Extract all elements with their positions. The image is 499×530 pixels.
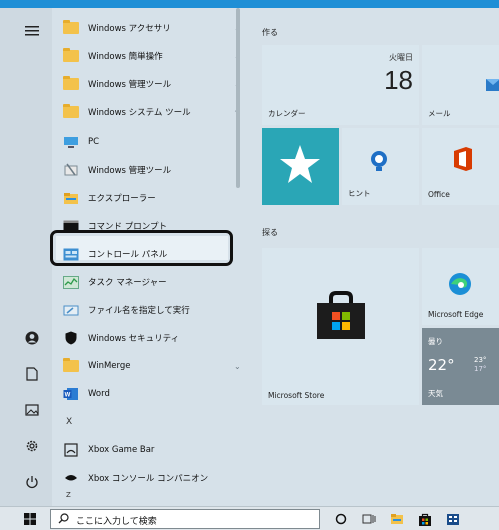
app-label: エクスプローラー <box>88 194 156 204</box>
tile-microsoft-store[interactable]: Microsoft Store <box>262 248 419 405</box>
mail-envelope-icon <box>486 79 499 94</box>
app-task-manager[interactable]: タスク マネージャー <box>52 269 252 295</box>
power-icon[interactable] <box>24 474 40 490</box>
group-letter-x[interactable]: X <box>52 409 252 435</box>
shield-icon <box>62 331 79 345</box>
tile-microsoft-edge[interactable]: Microsoft Edge <box>422 248 499 325</box>
app-folder-windows-admin-tools[interactable]: Windows 管理ツール ⌄ <box>52 71 252 97</box>
settings-gear-icon[interactable] <box>24 438 40 454</box>
store-taskbar-icon[interactable] <box>417 511 433 527</box>
task-view-icon[interactable] <box>361 511 377 527</box>
start-left-rail <box>0 8 52 506</box>
app-xbox-game-bar[interactable]: Xbox Game Bar <box>52 437 252 463</box>
folder-icon <box>62 76 79 91</box>
app-label: Windows システム ツール <box>88 108 191 118</box>
app-windows-admin-tools[interactable]: Windows 管理ツール <box>52 157 252 183</box>
app-windows-security[interactable]: Windows セキュリティ <box>52 325 252 351</box>
section-title-explore: 探る <box>262 228 278 237</box>
calculator-taskbar-icon[interactable] <box>445 511 461 527</box>
folder-icon <box>62 104 79 119</box>
folder-icon <box>62 358 79 373</box>
tile-label: ヒント <box>348 189 371 198</box>
app-label: Xbox コンソール コンパニオン <box>88 474 209 484</box>
tile-label: Office <box>428 190 450 199</box>
app-label: Windows 管理ツール <box>88 166 172 176</box>
calendar-date: 18 <box>384 65 413 95</box>
word-icon: W <box>62 387 79 401</box>
app-explorer[interactable]: エクスプローラー <box>52 185 252 211</box>
weather-low: 17° <box>474 365 487 373</box>
lightbulb-icon <box>369 150 389 177</box>
app-folder-winmerge[interactable]: WinMerge ⌄ <box>52 353 252 379</box>
star-icon <box>279 143 321 188</box>
app-label: Windows セキュリティ <box>88 334 180 344</box>
weather-high: 23° <box>474 356 487 364</box>
control-panel-callout-box <box>50 230 233 266</box>
edge-logo-icon <box>448 272 472 299</box>
app-label: Windows 管理ツール <box>88 80 172 90</box>
app-word[interactable]: W Word <box>52 381 252 407</box>
tile-featured-star[interactable] <box>262 128 339 205</box>
folder-icon <box>62 48 79 63</box>
app-label: ファイル名を指定して実行 <box>88 306 190 316</box>
tile-label: メール <box>428 109 451 118</box>
tile-office[interactable]: Office <box>422 128 499 205</box>
run-dialog-icon <box>62 303 79 317</box>
chevron-down-icon: ⌄ <box>234 361 241 371</box>
app-folder-windows-system-tools[interactable]: Windows システム ツール ^ <box>52 99 252 125</box>
app-label: WinMerge <box>88 361 131 371</box>
tile-label: カレンダー <box>268 109 306 118</box>
app-label: タスク マネージャー <box>88 278 167 288</box>
start-menu-top-edge <box>0 0 499 8</box>
app-pc[interactable]: PC <box>52 129 252 155</box>
user-account-icon[interactable] <box>24 330 40 346</box>
admin-tools-icon <box>62 163 79 177</box>
app-run[interactable]: ファイル名を指定して実行 <box>52 297 252 323</box>
calendar-day: 火曜日 <box>389 53 413 62</box>
app-label: Word <box>88 389 110 399</box>
office-logo-icon <box>451 146 473 175</box>
store-bag-icon <box>315 291 367 344</box>
tile-label: 天気 <box>428 389 443 398</box>
app-folder-windows-accessories[interactable]: Windows アクセサリ ⌄ <box>52 15 252 41</box>
app-label: Windows 簡単操作 <box>88 52 163 62</box>
pc-monitor-icon <box>62 135 79 149</box>
group-letter-z[interactable]: Z <box>52 491 252 506</box>
xbox-controller-icon <box>62 471 79 485</box>
taskbar: ここに入力して検索 <box>0 506 499 530</box>
tile-label: Microsoft Edge <box>428 310 484 319</box>
app-label: Windows アクセサリ <box>88 24 171 34</box>
app-list-scrollbar[interactable] <box>236 8 240 188</box>
tile-tips[interactable]: ヒント <box>342 128 419 205</box>
app-folder-windows-ease-of-access[interactable]: Windows 簡単操作 ⌄ <box>52 43 252 69</box>
tile-weather[interactable]: 曇り 22° 23° 17° 天気 <box>422 328 499 405</box>
app-label: PC <box>88 137 100 147</box>
pictures-icon[interactable] <box>24 402 40 418</box>
task-manager-icon <box>62 275 79 289</box>
folder-icon <box>62 20 79 35</box>
search-placeholder: ここに入力して検索 <box>76 517 157 527</box>
cortana-icon[interactable] <box>333 511 349 527</box>
app-label: Xbox Game Bar <box>88 445 155 455</box>
group-letter-label: X <box>66 417 73 427</box>
file-explorer-taskbar-icon[interactable] <box>389 511 405 527</box>
taskbar-search-box[interactable]: ここに入力して検索 <box>50 509 320 529</box>
documents-icon[interactable] <box>24 366 40 382</box>
tile-label: Microsoft Store <box>268 391 325 400</box>
group-letter-label: Z <box>66 491 71 499</box>
weather-condition: 曇り <box>428 337 443 346</box>
weather-temperature: 22° <box>428 356 455 374</box>
tile-mail[interactable]: メール <box>422 45 499 125</box>
search-icon <box>58 513 69 527</box>
hamburger-menu-icon[interactable] <box>24 23 40 39</box>
windows-start-icon[interactable] <box>22 511 38 527</box>
tile-calendar[interactable]: 火曜日 18 カレンダー <box>262 45 419 125</box>
xbox-game-bar-icon <box>62 443 79 457</box>
section-title-create: 作る <box>262 28 278 37</box>
app-xbox-console-companion[interactable]: Xbox コンソール コンパニオン <box>52 465 252 491</box>
file-explorer-icon <box>62 191 79 205</box>
svg-text:W: W <box>64 393 70 399</box>
